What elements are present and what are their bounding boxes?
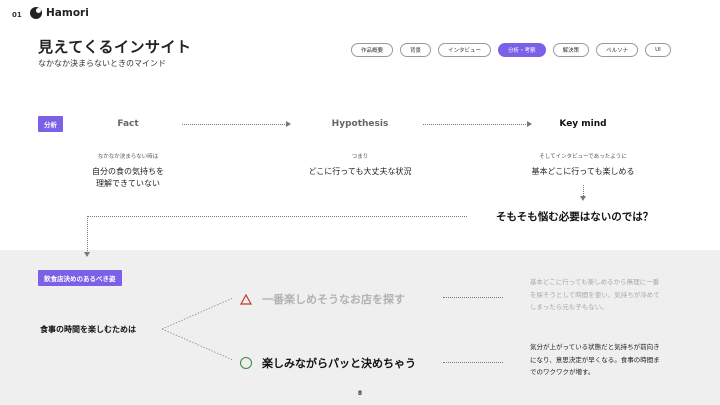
connector-line (87, 216, 467, 217)
arrow-down-icon (84, 252, 90, 257)
arrow-right-icon (286, 121, 291, 127)
circle-icon (240, 357, 252, 369)
arrow-line (182, 124, 287, 125)
page-subtitle: なかなか決まらないときのマインド (38, 59, 166, 68)
triangle-icon (240, 293, 252, 305)
note-good-line2: になり、意思決定が早くなる。食事の時間ま (530, 355, 660, 364)
fact-note: なかなか決まらない時は (97, 154, 159, 160)
branch-lines (161, 297, 234, 361)
tab-ui[interactable]: UI (645, 43, 671, 57)
tab-analysis[interactable]: 分析・考察 (498, 43, 546, 57)
option-bad-text: 一番楽しめそうなお店を探す (262, 293, 405, 306)
option-good-text: 楽しみながらパッと決めちゃう (262, 357, 416, 370)
slide: 01 Hamori 見えてくるインサイト なかなか決まらないときのマインド 作品… (0, 0, 720, 405)
tab-solution[interactable]: 解決策 (552, 43, 590, 57)
option-bad: 一番楽しめそうなお店を探す (240, 291, 405, 307)
arrow-down-icon (580, 196, 586, 201)
tab-persona[interactable]: ペルソナ (596, 43, 639, 57)
down-line (583, 185, 584, 196)
fact-line2: 理解できていない (96, 179, 160, 189)
section-tabs: 作品概要 背景 インタビュー 分析・考察 解決策 ペルソナ UI (351, 43, 671, 57)
note-bad-line2: を探そうとして時間を使い、気持ちが冷めて (530, 290, 660, 299)
logo-text: Hamori (46, 7, 89, 19)
hypothesis-body: どこに行っても大丈夫な状況 (308, 167, 412, 176)
footer-page-number: 8 (357, 390, 363, 397)
keymind-heading: Key mind (559, 119, 607, 129)
arrow-line (423, 124, 528, 125)
hypothesis-note: つまり (351, 154, 369, 160)
note-good-line1: 気分が上がっている状態だと気持ちが前向き (530, 343, 660, 351)
tab-interview[interactable]: インタビュー (438, 43, 492, 57)
option-good: 楽しみながらパッと決めちゃう (240, 355, 416, 371)
connector-line-vertical (87, 216, 88, 253)
note-bad-line3: しまったら元も子もない。 (530, 303, 608, 312)
analysis-tag: 分析 (38, 116, 63, 132)
fact-line1: 自分の食の気持ちを (92, 167, 164, 176)
page-title: 見えてくるインサイト (38, 38, 192, 56)
logo-icon (30, 7, 42, 19)
ideal-tag: 飲食店決めのあるべき姿 (38, 270, 122, 286)
option-line (443, 297, 503, 298)
keymind-body: 基本どこに行っても楽しめる (531, 167, 635, 176)
note-good: 気分が上がっている状態だと気持ちが前向き になり、意思決定が早くなる。食事の時間… (530, 341, 690, 379)
hypothesis-heading: Hypothesis (331, 119, 389, 129)
tab-background[interactable]: 背景 (400, 43, 432, 57)
option-line (443, 362, 503, 363)
arrow-right-icon (527, 121, 532, 127)
fact-heading: Fact (117, 119, 139, 129)
key-question: そもそも悩む必要はないのでは？ (496, 211, 654, 223)
note-bad: 基本どこに行っても楽しめるから無理に一番 を探そうとして時間を使い、気持ちが冷め… (530, 276, 690, 314)
fact-body: 自分の食の気持ちを 理解できていない (63, 166, 193, 191)
keymind-note: そしてインタビューであったように (539, 154, 627, 160)
enjoy-label: 食事の時間を楽しむためは (40, 325, 136, 334)
note-bad-line1: 基本どこに行っても楽しめるから無理に一番 (530, 278, 660, 286)
logo[interactable]: Hamori (30, 7, 89, 19)
note-good-line3: でのワクワクが増す。 (530, 368, 595, 377)
page-number: 01 (12, 11, 22, 19)
tab-overview[interactable]: 作品概要 (351, 43, 394, 57)
